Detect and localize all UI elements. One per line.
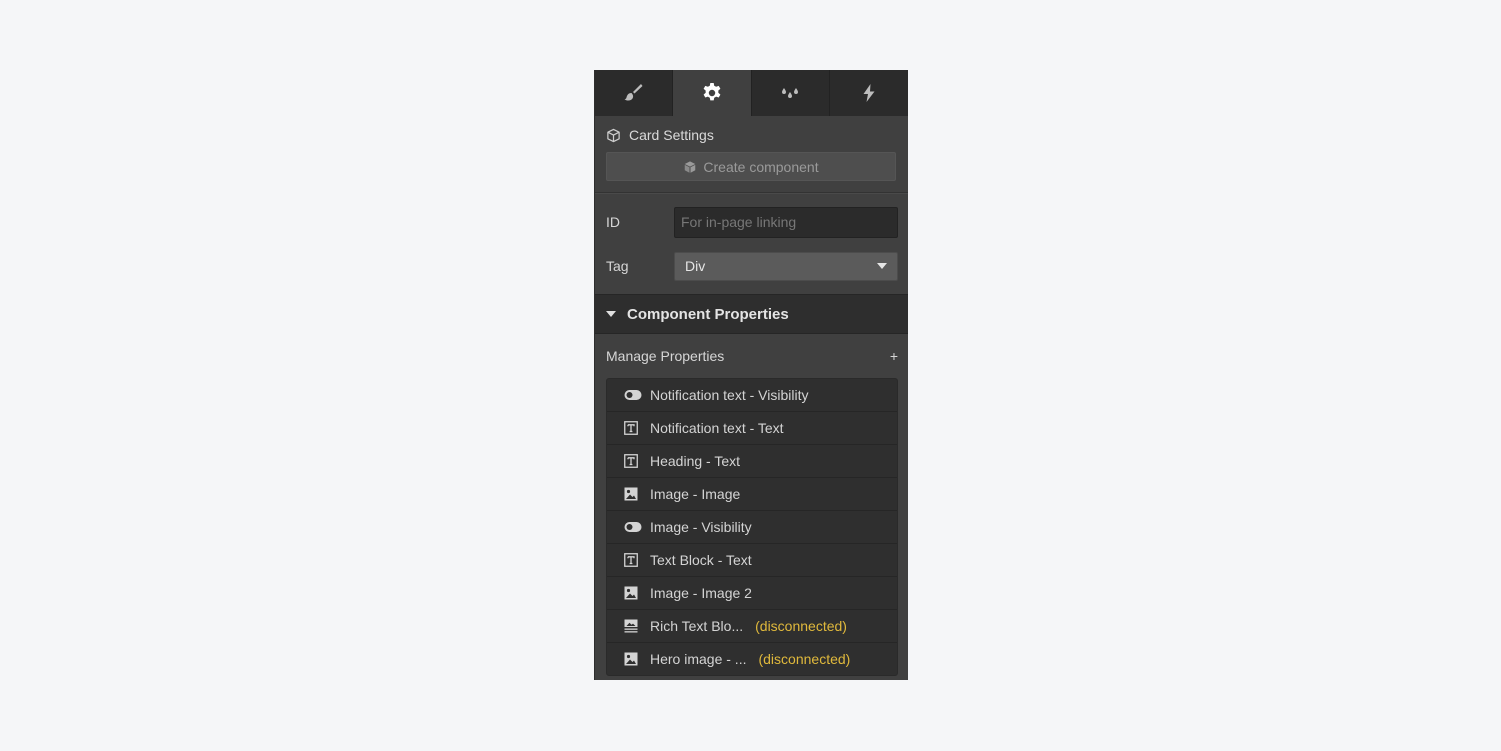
text-type-icon [624,553,642,567]
chevron-down-icon [877,263,887,269]
tag-select-value: Div [685,258,706,274]
collapse-triangle-icon [606,311,616,317]
rich-text-icon [624,619,642,633]
tab-settings[interactable] [672,70,752,116]
disconnected-status: (disconnected) [758,651,851,667]
toggle-icon [624,520,642,534]
component-properties-header[interactable]: Component Properties [594,294,908,334]
property-item[interactable]: Image - Visibility [607,511,897,544]
property-item[interactable]: Notification text - Visibility [607,379,897,412]
id-label: ID [606,214,620,230]
cube-outline-icon [607,128,620,142]
property-label: Rich Text Blo... [650,618,744,634]
settings-title-row: Card Settings [606,126,896,144]
toggle-icon [624,388,642,402]
property-label: Text Block - Text [650,552,752,568]
image-icon [624,652,642,666]
component-cube-icon [685,160,696,173]
add-property-button[interactable]: + [890,349,898,363]
property-item[interactable]: Image - Image [607,478,897,511]
element-settings-header: Card Settings Create component [594,116,908,193]
image-icon [624,586,642,600]
property-item[interactable]: Rich Text Blo... (disconnected) [607,610,897,643]
property-label: Hero image - ... [650,651,747,667]
text-type-icon [624,421,642,435]
id-input[interactable] [674,206,898,238]
lightning-icon [863,84,875,102]
settings-panel: Card Settings Create component ID Tag Di… [594,70,908,680]
disconnected-status: (disconnected) [755,618,847,634]
property-item[interactable]: Hero image - ... (disconnected) [607,643,897,675]
tag-label: Tag [606,258,629,274]
property-label: Image - Image 2 [650,585,752,601]
tag-row: Tag Div [606,250,898,282]
property-item[interactable]: Notification text - Text [607,412,897,445]
create-component-button[interactable]: Create component [606,152,896,181]
droplets-icon [782,88,799,98]
settings-title: Card Settings [629,127,714,143]
gear-icon [703,83,721,101]
manage-properties-row: Manage Properties + [594,334,908,378]
create-component-label: Create component [703,158,819,175]
property-label: Notification text - Visibility [650,387,809,403]
property-label: Heading - Text [650,453,741,469]
tag-select[interactable]: Div [674,251,898,281]
property-item[interactable]: Heading - Text [607,445,897,478]
tab-style[interactable] [594,70,673,116]
text-type-icon [624,454,642,468]
property-label: Image - Visibility [650,519,752,535]
component-properties-title: Component Properties [627,305,789,323]
property-label: Image - Image [650,486,741,502]
panel-tabs [594,70,908,116]
image-icon [624,487,642,501]
properties-list: Notification text - Visibility Notificati… [606,378,898,676]
property-item[interactable]: Text Block - Text [607,544,897,577]
tab-style-manager[interactable] [752,70,831,116]
property-label: Notification text - Text [650,420,784,436]
element-settings-form: ID Tag Div [594,193,908,294]
tab-interactions[interactable] [830,70,908,116]
property-item[interactable]: Image - Image 2 [607,577,897,610]
id-row: ID [606,206,898,238]
manage-properties-label: Manage Properties [606,348,725,364]
paintbrush-icon [624,84,643,101]
